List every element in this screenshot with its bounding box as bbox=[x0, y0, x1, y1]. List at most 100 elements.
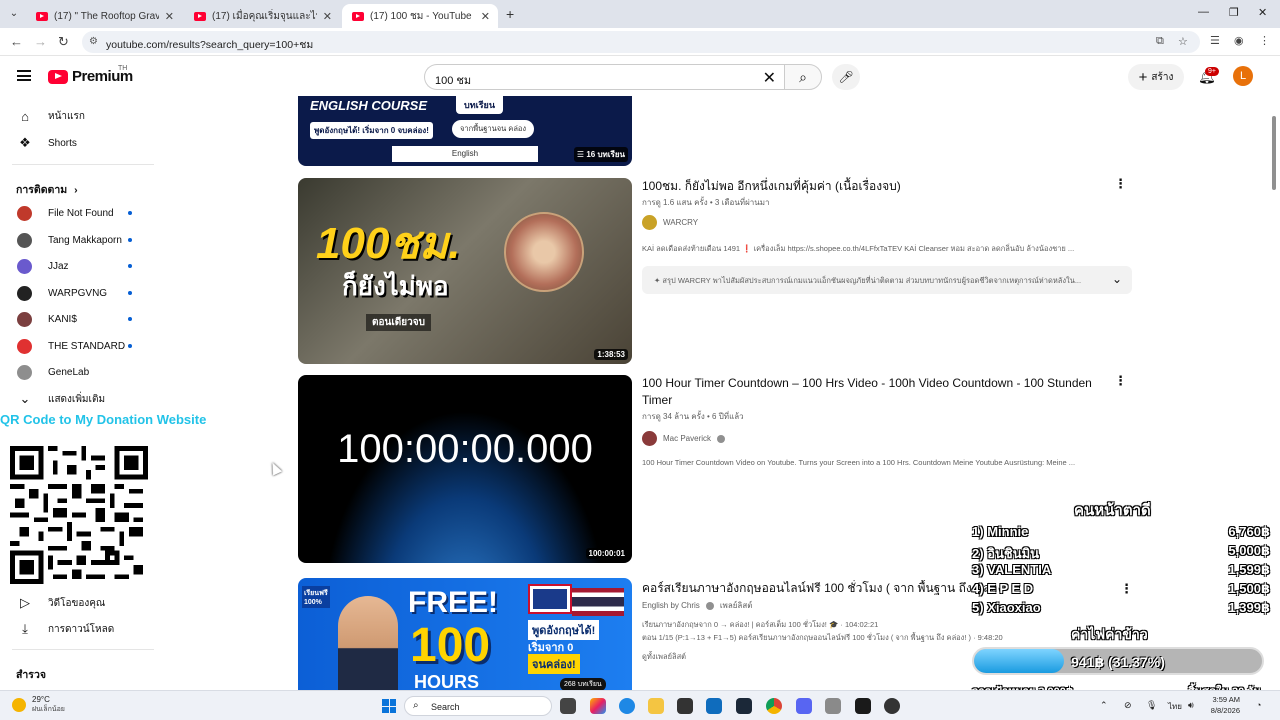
playlist-channel[interactable]: English by Chris เพลย์ลิสต์ bbox=[642, 599, 752, 612]
clock-time: 3:59 AM bbox=[1212, 695, 1240, 704]
store-icon[interactable] bbox=[677, 698, 693, 714]
new-tab-icon[interactable]: + bbox=[506, 6, 514, 22]
nvidia-icon[interactable] bbox=[855, 698, 871, 714]
partial-video-thumbnail[interactable]: ENGLISH COURSE บทเรียน พูดอังกฤษได้! เริ… bbox=[298, 96, 632, 166]
sidebar-channel-genelab[interactable]: GeneLab bbox=[0, 359, 154, 385]
install-app-icon[interactable]: ⧉ bbox=[1156, 35, 1164, 48]
video-thumbnail[interactable]: 100ชม. ก็ยังไม่พอ ตอนเดียวจบ 1:38:53 bbox=[298, 178, 632, 364]
file-explorer-icon[interactable] bbox=[648, 698, 664, 714]
discord-icon[interactable] bbox=[796, 698, 812, 714]
notification-center-icon[interactable]: ◔ bbox=[1256, 700, 1261, 710]
channel-name: File Not Found bbox=[48, 207, 114, 219]
input-language[interactable]: ไทย bbox=[1168, 700, 1182, 713]
playlist-title[interactable]: คอร์สเรียนภาษาอังกฤษออนไลน์ฟรี 100 ชั่วโ… bbox=[642, 580, 1002, 597]
voice-search-icon[interactable]: 🎤︎ bbox=[832, 64, 860, 90]
reading-list-icon[interactable]: ☰ bbox=[1210, 34, 1220, 47]
summary-label: สรุป bbox=[662, 276, 676, 285]
playlist-video-2[interactable]: ตอน 1/15 (P:1→13 + F1→5) คอร์สเรียนภาษาอ… bbox=[642, 632, 1022, 644]
leaderboard-row: 4) E P E D 1,500฿ bbox=[972, 581, 1270, 599]
obs-icon[interactable] bbox=[884, 698, 900, 714]
chrome-icon[interactable] bbox=[766, 698, 782, 714]
tab-close-icon[interactable]: ✕ bbox=[323, 10, 332, 23]
task-view-icon[interactable] bbox=[560, 698, 576, 714]
sidebar-channel-file-not-found[interactable]: File Not Found bbox=[0, 200, 154, 226]
video-description: 100 Hour Timer Countdown Video on Youtub… bbox=[642, 458, 1076, 467]
sidebar-item-home[interactable]: ⌂ หน้าแรก bbox=[0, 103, 154, 129]
taskbar-clock[interactable]: 3:59 AM 8/8/2026 bbox=[1206, 694, 1240, 716]
tab-title: (17) " The Rooftop Grave " สาม bbox=[54, 10, 159, 22]
leaderboard-amount: 5,000฿ bbox=[1228, 543, 1270, 558]
outlook-icon[interactable] bbox=[706, 698, 722, 714]
video-channel[interactable]: WARCRY bbox=[642, 215, 698, 230]
clear-search-icon[interactable]: ✕ bbox=[763, 68, 776, 88]
thumb-hours-text: HOURS bbox=[414, 672, 480, 690]
guide-menu-icon[interactable] bbox=[17, 70, 31, 81]
youtube-header: Premium TH 100 ชม ✕ ⌕ 🎤︎ + สร้าง 🔔︎ 9+ L bbox=[0, 56, 1280, 96]
copilot-icon[interactable] bbox=[590, 698, 606, 714]
forward-icon[interactable]: → bbox=[34, 34, 47, 49]
search-input[interactable]: 100 ชม ✕ bbox=[424, 64, 784, 90]
sidebar-channel-jjaz[interactable]: JJaz bbox=[0, 253, 154, 279]
youtube-premium-logo[interactable]: Premium TH bbox=[48, 65, 133, 85]
sidebar-item-shorts[interactable]: ❖ Shorts bbox=[0, 130, 154, 156]
tab-close-icon[interactable]: ✕ bbox=[481, 10, 490, 23]
close-window-icon[interactable]: ✕ bbox=[1258, 6, 1267, 19]
minimize-icon[interactable]: — bbox=[1198, 6, 1209, 18]
site-info-icon[interactable]: ⚙ bbox=[89, 36, 98, 47]
video-thumbnail[interactable]: 100:00:00.000 100:00:01 bbox=[298, 375, 632, 563]
subscriptions-heading[interactable]: การติดตาม › bbox=[16, 181, 78, 198]
browser-menu-icon[interactable]: ⋮ bbox=[1259, 34, 1270, 47]
leaderboard-name-text: E P E D bbox=[987, 581, 1034, 596]
sidebar-channel-kanis[interactable]: KANI$ bbox=[0, 306, 154, 332]
tab-close-icon[interactable]: ✕ bbox=[165, 10, 174, 23]
account-avatar[interactable]: L bbox=[1233, 66, 1253, 86]
bookmark-star-icon[interactable]: ☆ bbox=[1178, 35, 1188, 48]
tab-search-icon[interactable]: ⌄ bbox=[6, 6, 22, 22]
edge-icon[interactable] bbox=[619, 698, 635, 714]
thumb-lessons: 268 บทเรียน bbox=[560, 678, 606, 690]
url-bar[interactable]: ⚙ youtube.com/results?search_query=100+ช… bbox=[82, 31, 1200, 53]
browser-tab-strip: ⌄ (17) " The Rooftop Grave " สาม ✕ (17) … bbox=[0, 0, 1280, 28]
search-button[interactable]: ⌕ bbox=[784, 64, 822, 90]
restore-icon[interactable]: ❐ bbox=[1229, 6, 1239, 19]
browser-tab-1[interactable]: (17) " The Rooftop Grave " สาม ✕ bbox=[26, 4, 182, 28]
tray-overflow-icon[interactable]: ⌃ bbox=[1100, 700, 1108, 711]
weather-text: 29°C ฝนเล็กน้อย bbox=[32, 695, 65, 715]
more-actions-icon[interactable]: ⋮ bbox=[1114, 373, 1127, 389]
sidebar-channel-warpgvng[interactable]: WARPGVNG bbox=[0, 280, 154, 306]
taskbar-search[interactable]: ⌕ Search bbox=[404, 696, 552, 716]
tab-title: (17) 100 ชม - YouTube bbox=[370, 10, 472, 22]
video-title[interactable]: 100ชม. ก็ยังไม่พอ อีกหนึ่งเกมที่คุ้มค่า … bbox=[642, 178, 1098, 195]
sidebar-item-your-videos[interactable]: ▷ วิดีโอของคุณ bbox=[0, 590, 154, 616]
leaderboard-amount: 6,760฿ bbox=[1228, 524, 1270, 539]
video-channel[interactable]: Mac Paverick bbox=[642, 431, 726, 446]
sidebar-item-downloads[interactable]: ⤓ การดาวน์โหลด bbox=[0, 616, 154, 642]
browser-tab-3-active[interactable]: (17) 100 ชม - YouTube ✕ bbox=[342, 4, 498, 28]
volume-icon[interactable]: 🔊︎ bbox=[1188, 700, 1194, 711]
profile-icon[interactable]: ◉ bbox=[1234, 34, 1244, 47]
ai-summary-text: ✦ สรุป WARCRY พาไปสัมผัสประสบการณ์เกมแนว… bbox=[654, 275, 1094, 287]
sidebar-channel-the-standard[interactable]: THE STANDARD bbox=[0, 333, 154, 359]
channel-avatar bbox=[17, 258, 32, 274]
ai-summary-panel[interactable]: ✦ สรุป WARCRY พาไปสัมผัสประสบการณ์เกมแนว… bbox=[642, 266, 1132, 294]
browser-tab-2[interactable]: (17) เมื่อคุณเริ่มจุนและไปเจอหรือ ✕ bbox=[184, 4, 340, 28]
more-actions-icon[interactable]: ⋮ bbox=[1114, 176, 1127, 192]
network-off-icon[interactable]: ⊘ bbox=[1124, 700, 1132, 711]
back-icon[interactable]: ← bbox=[10, 34, 23, 49]
leaderboard-name-text: Xiaoxiao bbox=[987, 600, 1041, 615]
sidebar-channel-tang-makkaporn[interactable]: Tang Makkaporn bbox=[0, 227, 154, 253]
page-scrollbar[interactable] bbox=[1272, 116, 1276, 190]
mic-tray-icon[interactable]: 🎙︎ bbox=[1146, 700, 1157, 711]
chevron-down-icon[interactable]: ⌄ bbox=[1112, 272, 1122, 286]
create-button[interactable]: + สร้าง bbox=[1128, 64, 1184, 90]
sidebar-show-more[interactable]: ⌄ แสดงเพิ่มเติม bbox=[0, 386, 154, 412]
steam-icon[interactable] bbox=[736, 698, 752, 714]
calculator-icon[interactable] bbox=[825, 698, 841, 714]
windows-start-icon[interactable] bbox=[382, 699, 396, 713]
playlist-thumbnail[interactable]: เรียนฟรี 100% FREE! 100 HOURS พูดอังกฤษไ… bbox=[298, 578, 632, 690]
lesson-count-badge: ☰ 16 บทเรียน bbox=[573, 147, 628, 162]
reload-icon[interactable]: ↻ bbox=[58, 34, 69, 50]
video-title[interactable]: 100 Hour Timer Countdown – 100 Hrs Video… bbox=[642, 375, 1098, 409]
playlist-video-1[interactable]: เรียนภาษาอังกฤษจาก 0 → คล่อง! | คอร์สเต็… bbox=[642, 619, 962, 631]
weather-widget[interactable]: 29°C ฝนเล็กน้อย bbox=[12, 695, 65, 715]
